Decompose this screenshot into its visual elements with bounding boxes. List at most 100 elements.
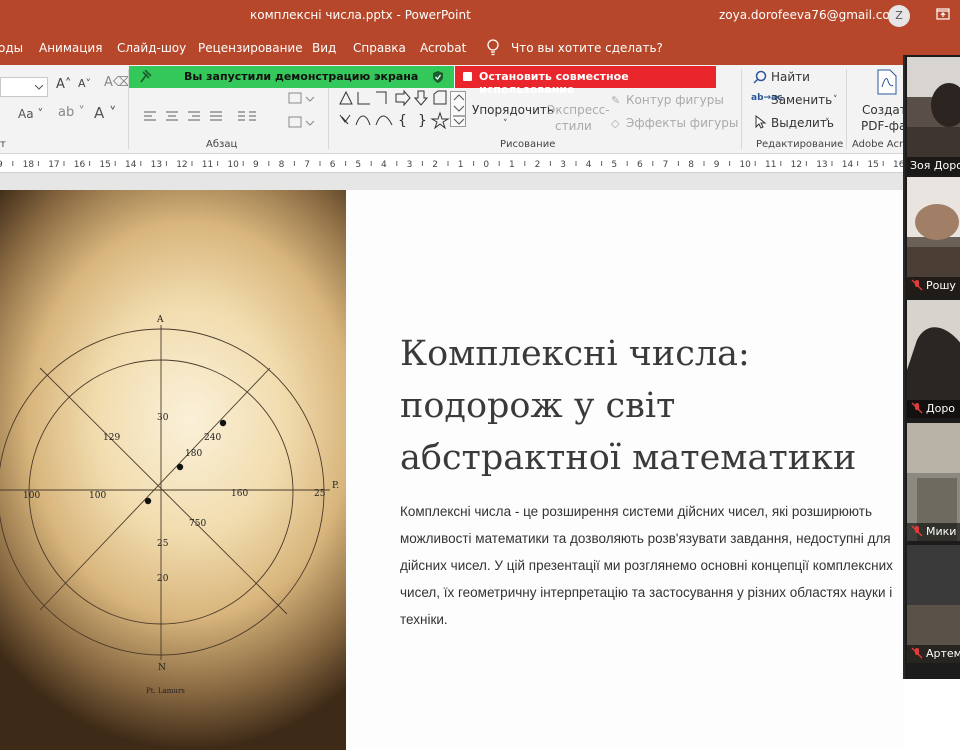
alignment-icons[interactable] [142, 110, 232, 124]
participant-tile[interactable]: Зоя Доро [907, 57, 960, 175]
ruler-label: 18 [23, 160, 35, 170]
ruler-label: 3 [407, 160, 413, 170]
diagram-num-100: 100 [89, 491, 106, 501]
horizontal-ruler[interactable]: 9181716151413121110987654321012345678910… [0, 155, 910, 173]
quick-styles-label-2[interactable]: стили [555, 119, 592, 133]
ruler-label: 9 [0, 160, 3, 170]
ruler-label: 1 [458, 160, 464, 170]
participant-name: Рошу [926, 279, 956, 292]
muted-mic-icon [911, 279, 923, 291]
ruler-label: 5 [611, 160, 617, 170]
ruler-label: 13 [151, 160, 162, 170]
menu-item-help[interactable]: Справка [353, 41, 406, 55]
align-text-icon[interactable] [288, 115, 316, 129]
ribbon-separator [846, 69, 847, 149]
participant-name: Доро [926, 402, 956, 415]
adobe-group-label: Adobe Acr [852, 139, 904, 150]
effects-icon[interactable]: ◇ [611, 117, 619, 130]
ruler-label: 12 [791, 160, 802, 170]
menu-item-acrobat[interactable]: Acrobat [420, 41, 466, 55]
shield-icon [433, 71, 443, 83]
muted-mic-icon [911, 525, 923, 537]
ruler-label: 15 [99, 160, 110, 170]
participant-name: Артем [926, 647, 960, 660]
participant-name-bar: Доро [907, 400, 960, 418]
shapes-scroll[interactable] [450, 91, 466, 127]
restore-window-icon[interactable] [936, 8, 950, 20]
ruler-label: 6 [637, 160, 643, 170]
lightbulb-icon [487, 39, 499, 56]
ruler-scale: 9181716151413121110987654321012345678910… [0, 160, 910, 170]
diagram-num-240: 240 [204, 433, 221, 443]
screen-share-status-text: Вы запустили демонстрацию экрана [184, 70, 419, 83]
muted-mic-icon [911, 402, 923, 414]
create-pdf-label-2[interactable]: PDF-фа [861, 119, 906, 133]
account-avatar[interactable]: Z [888, 5, 910, 27]
participant-tile[interactable]: Рошу [907, 177, 960, 295]
font-size-select[interactable] [0, 77, 48, 97]
find-button[interactable]: Найти [771, 70, 810, 84]
menu-item-slideshow[interactable]: Слайд-шоу [117, 41, 186, 55]
diagram-num-25-right: 25 [314, 489, 326, 499]
editing-group-label: Редактирование [756, 139, 844, 150]
ruler-label: 11 [202, 160, 213, 170]
ruler-label: 2 [535, 160, 541, 170]
stop-square-icon [463, 72, 472, 81]
slide-body-text[interactable]: Комплексні числа - це розширення системи… [400, 498, 900, 633]
participant-tile[interactable]: Доро [907, 300, 960, 418]
account-email[interactable]: zoya.dorofeeva76@gmail.com [719, 8, 901, 22]
slide-canvas[interactable]: A N P. 30 129 240 180 100 100 160 25 750… [0, 190, 903, 750]
participants-panel: Зоя Доро Рошу Доро Мики Артем [903, 55, 960, 679]
slide-title[interactable]: Комплексні числа: подорож у світ абстрак… [400, 328, 900, 484]
menu-item-transitions[interactable]: оды [0, 41, 23, 55]
shapes-gallery[interactable]: { } [336, 89, 468, 129]
stop-sharing-button[interactable]: Остановить совместное использование [455, 66, 716, 96]
columns-icon[interactable] [237, 110, 259, 124]
menu-item-animation[interactable]: Анимация [39, 41, 102, 55]
slide-canvas-margin [0, 173, 903, 190]
ruler-label: 7 [663, 160, 669, 170]
menu-item-review[interactable]: Рецензирование [198, 41, 303, 55]
text-direction-icon[interactable] [288, 91, 316, 105]
ruler-label: 15 [867, 160, 878, 170]
quick-styles-label-1[interactable]: Экспресс- [547, 103, 610, 117]
menu-item-view[interactable]: Вид [312, 41, 336, 55]
slide-image[interactable]: A N P. 30 129 240 180 100 100 160 25 750… [0, 190, 346, 750]
replace-button[interactable]: Заменить [771, 93, 832, 107]
ruler-label: 8 [688, 160, 694, 170]
tell-me-search[interactable]: Что вы хотите сделать? [511, 41, 663, 55]
ruler-label: 3 [560, 160, 566, 170]
font-case-icon[interactable]: Aa ˅ [18, 107, 43, 121]
diagram-caption: Pt. Lamurs [146, 687, 185, 695]
ruler-label: 1 [509, 160, 515, 170]
diagram-label-n: N [158, 663, 166, 673]
ruler-label: 17 [48, 160, 59, 170]
diagram-num-129: 129 [103, 433, 120, 443]
slide-text-area: Комплексні числа: подорож у світ абстрак… [400, 190, 903, 750]
ruler-label: 5 [355, 160, 361, 170]
participant-name: Мики [926, 525, 957, 538]
arrange-chevron-icon[interactable]: ˅ [503, 119, 508, 129]
ruler-label: 8 [279, 160, 285, 170]
participant-tile[interactable]: Мики [907, 423, 960, 541]
participant-tile[interactable]: Артем [907, 545, 960, 663]
powerpoint-window: комплексні числа.pptx - PowerPoint zoya.… [0, 0, 960, 750]
ruler-label: 7 [304, 160, 310, 170]
ruler-label: 11 [765, 160, 776, 170]
diagram-num-25: 25 [157, 539, 169, 549]
highlight-icon[interactable]: ab ˅ [58, 105, 85, 120]
font-color-icon[interactable]: A ˅ [94, 104, 117, 122]
ruler-label: 16 [74, 160, 86, 170]
ribbon-separator [741, 69, 742, 149]
decrease-font-icon[interactable]: A˅ [78, 77, 91, 90]
replace-chevron-icon[interactable]: ˅ [833, 95, 838, 105]
select-chevron-icon[interactable]: ˅ [825, 118, 830, 128]
increase-font-icon[interactable]: A˄ [56, 77, 71, 92]
ruler-label: 13 [816, 160, 827, 170]
chevron-down-icon [35, 85, 43, 90]
svg-text:}: } [418, 113, 427, 129]
diagram-num-180: 180 [185, 449, 202, 459]
ruler-label: 12 [176, 160, 187, 170]
shape-effects-button[interactable]: Эффекты фигуры [626, 116, 738, 130]
arrange-button[interactable]: Упорядочить [472, 103, 554, 117]
